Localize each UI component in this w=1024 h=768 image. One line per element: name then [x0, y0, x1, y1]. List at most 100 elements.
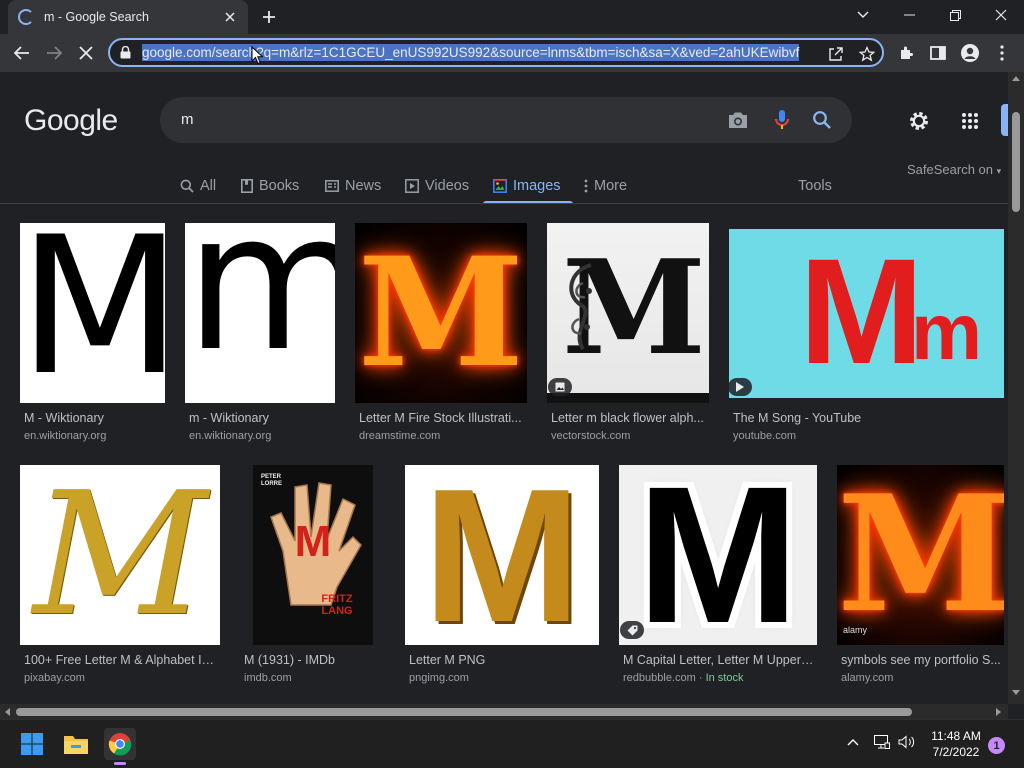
tools-button[interactable]: Tools: [798, 168, 832, 203]
tab-images[interactable]: Images: [483, 168, 573, 204]
microphone-icon[interactable]: [770, 108, 794, 132]
result-title[interactable]: 100+ Free Letter M & Alphabet Ill...: [24, 653, 216, 667]
thumbnail-letter: M: [20, 223, 165, 403]
windows-start-icon[interactable]: [16, 728, 48, 760]
tab-news[interactable]: News: [325, 168, 381, 203]
scroll-down-arrow-icon[interactable]: [1012, 690, 1020, 695]
result-thumbnail[interactable]: M: [405, 465, 599, 645]
search-box[interactable]: m: [160, 97, 852, 143]
stop-loading-button[interactable]: [72, 39, 100, 67]
result-thumbnail[interactable]: M: [355, 223, 527, 403]
result-source: imdb.com: [244, 672, 292, 684]
google-logo[interactable]: Google: [24, 104, 118, 138]
thumbnail-letter-upper: M: [799, 229, 924, 395]
result-title[interactable]: M (1931) - IMDb: [244, 653, 384, 667]
close-window-button[interactable]: [978, 0, 1024, 30]
result-thumbnail[interactable]: M: [547, 223, 709, 403]
search-input[interactable]: m: [181, 111, 194, 128]
result-title[interactable]: Letter M PNG: [409, 653, 594, 667]
result-thumbnail[interactable]: M: [20, 465, 220, 645]
new-tab-button[interactable]: [259, 7, 279, 27]
thumbnail-letter-lower: m: [911, 287, 983, 376]
vertical-scroll-thumb[interactable]: [1012, 112, 1020, 212]
result-thumbnail[interactable]: PETER LORRE M FRITZ LANG: [253, 465, 373, 645]
horizontal-scrollbar[interactable]: [0, 704, 1008, 719]
result-thumbnail[interactable]: M: [20, 223, 165, 403]
tab-title: m - Google Search: [44, 10, 149, 24]
result-title[interactable]: Letter m black flower alph...: [551, 411, 706, 425]
thumbnail-letter: M: [422, 465, 582, 645]
system-clock[interactable]: 11:48 AM 7/2/2022: [920, 728, 992, 760]
forward-button[interactable]: [40, 39, 68, 67]
clock-date: 7/2/2022: [932, 745, 980, 759]
profile-icon[interactable]: [956, 39, 984, 67]
minimize-button[interactable]: [886, 0, 932, 30]
camera-icon[interactable]: [726, 108, 750, 132]
scroll-up-arrow-icon[interactable]: [1012, 76, 1020, 81]
result-title[interactable]: symbols see my portfolio S...: [841, 653, 1003, 667]
settings-gear-icon[interactable]: [906, 108, 932, 134]
search-icon: [180, 179, 194, 193]
result-title[interactable]: Letter M Fire Stock Illustrati...: [359, 411, 524, 425]
browser-toolbar: google.com/search?q=m&rlz=1C1GCEU_enUS99…: [0, 34, 1024, 72]
scroll-left-arrow-icon[interactable]: [5, 708, 10, 716]
thumbnail-letter: M: [32, 465, 208, 645]
extensions-icon[interactable]: [892, 39, 920, 67]
chrome-taskbar-icon[interactable]: [104, 728, 136, 765]
thumbnail-letter: M: [357, 225, 525, 401]
address-bar[interactable]: google.com/search?q=m&rlz=1C1GCEU_enUS99…: [108, 38, 884, 67]
result-thumbnail[interactable]: M: [619, 465, 817, 645]
restore-button[interactable]: [932, 0, 978, 30]
tab-books[interactable]: Books: [241, 168, 299, 203]
tag-icon: [620, 621, 644, 639]
google-images-page: Google m All Books News Videos Images Mo…: [0, 72, 1008, 704]
result-source: redbubble.com · In stock: [623, 672, 744, 684]
thumbnail-letter: m: [185, 223, 335, 393]
result-thumbnail[interactable]: M alamy: [837, 465, 1004, 645]
result-title[interactable]: M - Wiktionary: [24, 411, 164, 425]
result-source: vectorstock.com: [551, 430, 631, 442]
horizontal-scroll-thumb[interactable]: [16, 708, 912, 716]
scroll-right-arrow-icon[interactable]: [996, 708, 1001, 716]
video-icon: [405, 178, 419, 193]
poster-director: FRITZ LANG: [321, 593, 353, 617]
share-icon[interactable]: [825, 43, 847, 65]
vertical-scrollbar[interactable]: [1008, 72, 1024, 704]
search-icon[interactable]: [810, 108, 834, 132]
tab-strip: m - Google Search: [0, 0, 1024, 34]
account-avatar[interactable]: [1001, 104, 1008, 136]
chevron-up-icon[interactable]: [847, 738, 859, 746]
file-explorer-icon[interactable]: [60, 728, 92, 760]
result-title[interactable]: m - Wiktionary: [189, 411, 334, 425]
tab-more[interactable]: More: [584, 168, 627, 203]
volume-icon[interactable]: [898, 735, 916, 749]
thumbnail-letter: M: [636, 465, 800, 645]
safesearch-toggle[interactable]: SafeSearch on ▾: [907, 162, 1001, 177]
tab-search-icon[interactable]: [840, 0, 886, 30]
result-thumbnail[interactable]: M m: [729, 229, 1004, 398]
thumbnail-letter: M: [837, 465, 1004, 645]
apps-grid-icon[interactable]: [957, 108, 983, 134]
dots-vertical-icon: [584, 179, 588, 193]
side-panel-icon[interactable]: [924, 39, 952, 67]
chrome-menu-icon[interactable]: [988, 39, 1016, 67]
floral-ornament: [569, 263, 592, 351]
result-thumbnail[interactable]: m: [185, 223, 335, 403]
bookmark-star-icon[interactable]: [856, 43, 878, 65]
result-source: en.wiktionary.org: [189, 430, 272, 442]
close-tab-icon[interactable]: [222, 9, 238, 25]
tab-all[interactable]: All: [180, 168, 216, 203]
result-source: pixabay.com: [24, 672, 85, 684]
network-icon[interactable]: [874, 735, 890, 749]
result-source: en.wiktionary.org: [24, 430, 107, 442]
browser-tab[interactable]: m - Google Search: [8, 0, 248, 34]
windows-taskbar: 11:48 AM 7/2/2022 1: [0, 719, 1024, 768]
result-title[interactable]: The M Song - YouTube: [733, 411, 993, 425]
in-stock-label: In stock: [705, 672, 744, 684]
tab-videos[interactable]: Videos: [405, 168, 469, 203]
image-icon: [548, 378, 572, 396]
url-text[interactable]: google.com/search?q=m&rlz=1C1GCEU_enUS99…: [142, 43, 800, 61]
result-title[interactable]: M Capital Letter, Letter M Upperc...: [623, 653, 815, 667]
notification-badge[interactable]: 1: [988, 737, 1005, 754]
back-button[interactable]: [8, 39, 36, 67]
